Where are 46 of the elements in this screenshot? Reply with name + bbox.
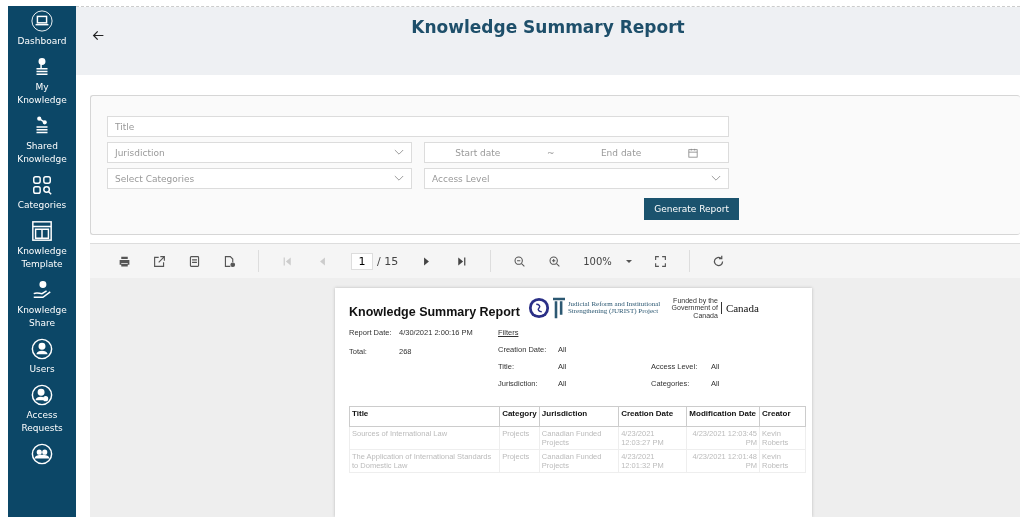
column-header: Jurisdiction — [539, 406, 619, 427]
page-settings-icon[interactable] — [223, 254, 236, 268]
laptop-icon — [31, 10, 53, 32]
sidebar-item[interactable]: Users — [10, 338, 74, 376]
calendar-icon — [687, 147, 698, 158]
template-icon — [31, 220, 53, 242]
sidebar-item[interactable]: Dashboard — [10, 10, 74, 48]
column-header: Creation Date — [618, 406, 687, 427]
pillar-logo-icon — [552, 296, 565, 320]
title-field[interactable]: Title — [107, 116, 729, 137]
sidebar-item[interactable] — [31, 443, 53, 465]
column-header: Creator — [759, 406, 806, 427]
seal-logo-icon — [527, 297, 550, 319]
sidebar-item[interactable]: My Knowledge — [10, 56, 74, 107]
chevron-down-icon — [711, 175, 721, 182]
user-circle-icon — [31, 338, 53, 360]
report-title: Knowledge Summary Report — [349, 305, 520, 319]
column-header: Modification Date — [686, 406, 760, 427]
column-header: Title — [349, 406, 500, 427]
zoom-out-icon[interactable] — [513, 254, 527, 268]
sidebar-item[interactable]: Shared Knowledge — [10, 115, 74, 166]
export-icon[interactable] — [153, 254, 166, 268]
refresh-icon[interactable] — [711, 254, 725, 268]
grid-search-icon — [31, 174, 53, 196]
page-total: / 15 — [377, 254, 399, 268]
document-icon[interactable] — [188, 254, 201, 268]
fullscreen-icon[interactable] — [653, 254, 667, 268]
caret-icon — [625, 259, 632, 263]
generate-report-button[interactable]: Generate Report — [644, 198, 739, 220]
page-title: Knowledge Summary Report — [411, 17, 685, 39]
user-key-icon — [31, 384, 53, 406]
sidebar-item[interactable]: Access Requests — [10, 384, 74, 435]
sidebar-item[interactable]: Knowledge Share — [10, 279, 74, 330]
sidebar-item[interactable]: Knowledge Template — [10, 220, 74, 271]
chevron-down-icon — [394, 175, 404, 182]
hand-bulb-icon — [31, 279, 53, 301]
print-icon[interactable] — [118, 254, 131, 268]
back-arrow-icon[interactable] — [92, 29, 105, 42]
page-number-field[interactable]: 1 — [351, 252, 373, 270]
chevron-down-icon — [394, 149, 404, 156]
canada-wordmark: Canada — [720, 302, 759, 314]
zoom-in-icon[interactable] — [548, 254, 562, 268]
group-icon — [31, 443, 53, 465]
zoom-dropdown[interactable]: 100% — [583, 255, 632, 267]
column-header: Category — [499, 406, 540, 427]
sidebar-item[interactable]: Categories — [10, 174, 74, 212]
